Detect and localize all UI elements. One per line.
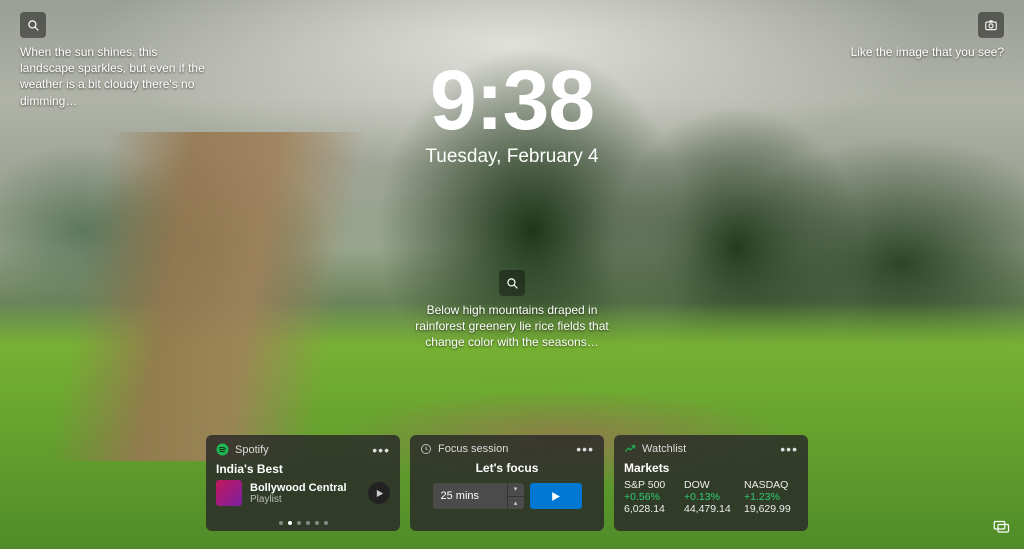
widgets-row: Spotify ••• India's Best Bollywood Centr… — [206, 435, 808, 531]
duration-select[interactable]: 25 mins ▾ ▴ — [433, 483, 524, 509]
market-change: +0.56% — [624, 491, 678, 503]
duration-value: 25 mins — [433, 490, 507, 502]
market-value: 6,028.14 — [624, 503, 678, 515]
widget-title: Focus session — [438, 443, 570, 455]
more-icon[interactable]: ••• — [576, 445, 594, 453]
spotlight-top-left[interactable]: When the sun shines, this landscape spar… — [20, 12, 215, 109]
market-name: NASDAQ — [744, 479, 798, 491]
spotlight-middle[interactable]: Below high mountains draped in rainfores… — [407, 270, 617, 351]
watchlist-section: Markets — [624, 461, 798, 475]
carousel-dots[interactable] — [206, 521, 400, 525]
market-value: 44,479.14 — [684, 503, 738, 515]
widget-watchlist[interactable]: Watchlist ••• Markets S&P 500 +0.56% 6,0… — [614, 435, 808, 531]
more-icon[interactable]: ••• — [372, 446, 390, 454]
market-item[interactable]: S&P 500 +0.56% 6,028.14 — [624, 479, 678, 515]
widget-spotify[interactable]: Spotify ••• India's Best Bollywood Centr… — [206, 435, 400, 531]
track-title: Bollywood Central — [250, 482, 360, 494]
album-art — [216, 480, 242, 506]
camera-icon — [978, 12, 1004, 38]
accessibility-button[interactable] — [988, 513, 1014, 539]
chart-icon — [624, 443, 636, 455]
widget-title: Spotify — [235, 444, 366, 456]
spotlight-text: Like the image that you see? — [851, 44, 1004, 60]
search-icon — [20, 12, 46, 38]
spotify-section: India's Best — [216, 462, 390, 476]
track-type: Playlist — [250, 494, 360, 505]
spotlight-text: Below high mountains draped in rainfores… — [407, 302, 617, 351]
market-change: +0.13% — [684, 491, 738, 503]
market-change: +1.23% — [744, 491, 798, 503]
spotlight-text: When the sun shines, this landscape spar… — [20, 44, 215, 109]
market-item[interactable]: NASDAQ +1.23% 19,629.99 — [744, 479, 798, 515]
spotlight-top-right[interactable]: Like the image that you see? — [851, 12, 1004, 60]
market-value: 19,629.99 — [744, 503, 798, 515]
market-item[interactable]: DOW +0.13% 44,479.14 — [684, 479, 738, 515]
widget-focus[interactable]: Focus session ••• Let's focus 25 mins ▾ … — [410, 435, 604, 531]
start-focus-button[interactable] — [530, 483, 582, 509]
spotify-icon — [216, 443, 229, 456]
widget-title: Watchlist — [642, 443, 774, 455]
market-name: DOW — [684, 479, 738, 491]
chevron-up-icon[interactable]: ▴ — [508, 497, 524, 510]
search-icon — [499, 270, 525, 296]
focus-heading: Let's focus — [420, 461, 594, 475]
clock-date: Tuesday, February 4 — [0, 146, 1024, 168]
more-icon[interactable]: ••• — [780, 445, 798, 453]
play-button[interactable] — [368, 482, 390, 504]
clock-icon — [420, 443, 432, 455]
market-name: S&P 500 — [624, 479, 678, 491]
chevron-down-icon[interactable]: ▾ — [508, 483, 524, 497]
